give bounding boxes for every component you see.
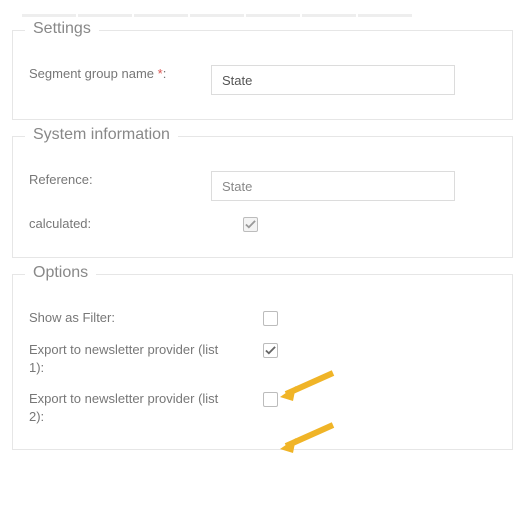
system-info-fieldset: System information Reference: calculated… — [12, 136, 513, 258]
export-list2-label: Export to newsletter provider (list 2): — [29, 390, 239, 425]
settings-legend: Settings — [25, 20, 99, 38]
show-as-filter-label: Show as Filter: — [29, 309, 239, 327]
reference-label: Reference: — [29, 171, 211, 189]
segment-group-name-row: Segment group name *: — [29, 65, 496, 95]
settings-fieldset: Settings Segment group name *: — [12, 30, 513, 120]
export-list1-row: Export to newsletter provider (list 1): — [29, 341, 496, 376]
check-icon — [245, 219, 256, 230]
export-list2-row: Export to newsletter provider (list 2): — [29, 390, 496, 425]
segment-group-name-label: Segment group name *: — [29, 65, 211, 83]
reference-row: Reference: — [29, 171, 496, 201]
system-info-legend: System information — [25, 126, 178, 144]
show-as-filter-row: Show as Filter: — [29, 309, 496, 327]
options-fieldset: Options Show as Filter: Export to newsle… — [12, 274, 513, 450]
options-legend: Options — [25, 264, 96, 282]
export-list1-checkbox[interactable] — [263, 343, 278, 358]
show-as-filter-checkbox[interactable] — [263, 311, 278, 326]
reference-input — [211, 171, 455, 201]
calculated-label: calculated: — [29, 215, 211, 233]
calculated-checkbox — [243, 217, 258, 232]
required-asterisk: * — [158, 66, 163, 81]
export-list2-checkbox[interactable] — [263, 392, 278, 407]
segment-group-name-input[interactable] — [211, 65, 455, 95]
check-icon — [265, 345, 276, 356]
export-list1-label: Export to newsletter provider (list 1): — [29, 341, 239, 376]
calculated-row: calculated: — [29, 215, 496, 233]
